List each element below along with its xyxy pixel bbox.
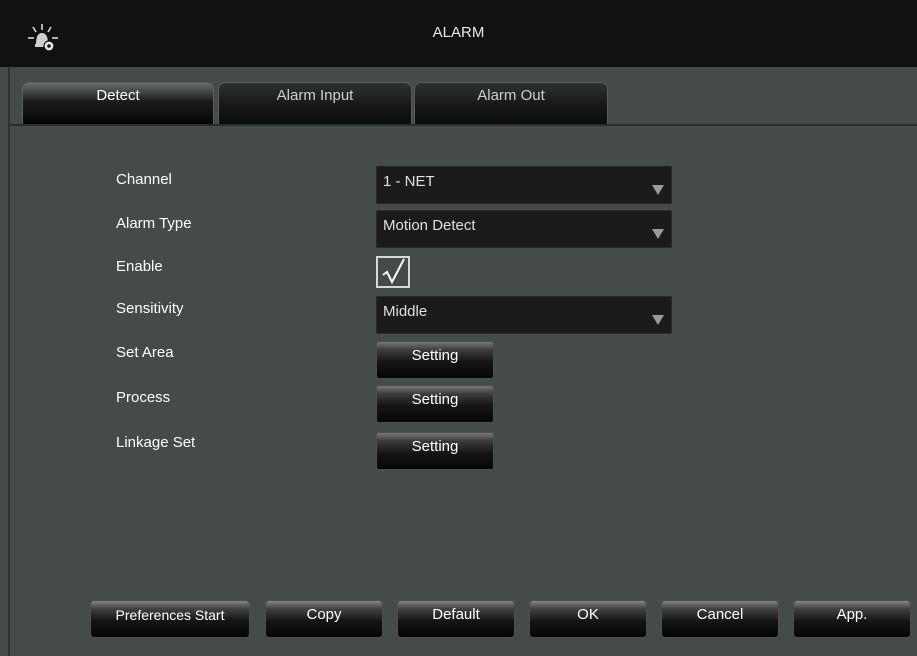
preferences-start-button[interactable]: Preferences Start (90, 600, 250, 638)
tab-alarm-out[interactable]: Alarm Out (414, 82, 608, 124)
sensitivity-label: Sensitivity (116, 300, 184, 317)
set-area-setting-button[interactable]: Setting (376, 341, 494, 379)
dropdown-arrow-icon (652, 185, 664, 195)
dropdown-arrow-icon (652, 315, 664, 325)
alarm-type-label: Alarm Type (116, 215, 192, 232)
linkage-set-label: Linkage Set (116, 434, 196, 451)
set-area-label: Set Area (116, 344, 174, 361)
copy-button[interactable]: Copy (265, 600, 383, 638)
enable-checkbox[interactable] (376, 256, 410, 288)
linkage-set-setting-button[interactable]: Setting (376, 432, 494, 470)
channel-label: Channel (116, 171, 172, 188)
checkmark-icon (382, 258, 405, 285)
dropdown-arrow-icon (652, 229, 664, 239)
alarm-type-select[interactable]: Motion Detect (376, 210, 672, 248)
tab-alarm-input[interactable]: Alarm Input (218, 82, 412, 124)
sensitivity-select[interactable]: Middle (376, 296, 672, 334)
channel-select[interactable]: 1 - NET (376, 166, 672, 204)
default-button[interactable]: Default (397, 600, 515, 638)
sensitivity-value: Middle (383, 303, 428, 320)
process-label: Process (116, 389, 171, 406)
title-bar: ALARM (0, 0, 917, 67)
enable-label: Enable (116, 258, 163, 275)
alarm-type-value: Motion Detect (383, 217, 476, 234)
tab-detect[interactable]: Detect (22, 82, 214, 124)
cancel-button[interactable]: Cancel (661, 600, 779, 638)
ok-button[interactable]: OK (529, 600, 647, 638)
apply-button[interactable]: App. (793, 600, 911, 638)
window-title: ALARM (432, 24, 485, 41)
process-setting-button[interactable]: Setting (376, 385, 494, 423)
channel-value: 1 - NET (383, 173, 435, 190)
